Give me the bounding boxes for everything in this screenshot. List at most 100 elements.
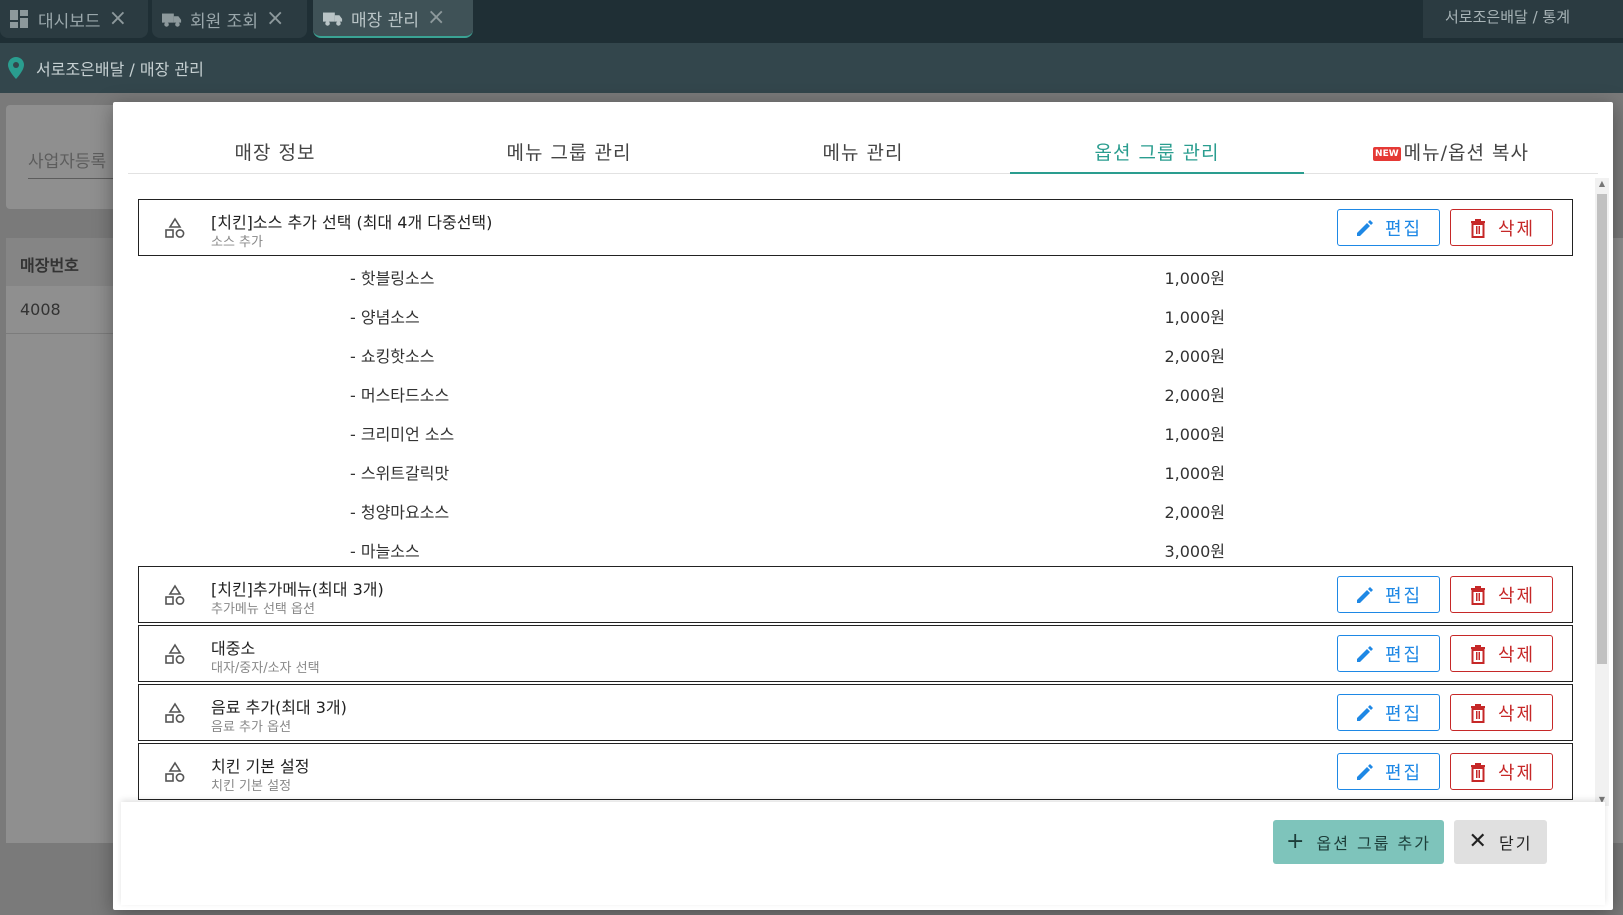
- group-subtitle: 대자/중자/소자 선택: [211, 661, 320, 676]
- option-group[interactable]: 음료 추가(최대 3개) 음료 추가 옵션 편집 삭제: [138, 684, 1573, 741]
- close-icon: ✕: [1468, 829, 1489, 854]
- add-option-group-label: 옵션 그룹 추가: [1316, 834, 1431, 853]
- tab-menu-group[interactable]: 메뉴 그룹 관리: [422, 122, 716, 173]
- plus-icon: +: [1286, 829, 1307, 854]
- pencil-icon: [1356, 219, 1373, 236]
- shapes-icon: [165, 761, 185, 782]
- option-price: 1,000원: [1164, 308, 1225, 327]
- trash-icon: [1470, 644, 1485, 664]
- pencil-icon: [1356, 586, 1373, 603]
- tab-copy-label: 메뉴/옵션 복사: [1403, 142, 1529, 164]
- delete-button[interactable]: 삭제: [1450, 694, 1553, 731]
- pencil-icon: [1356, 704, 1373, 721]
- tab-store-management[interactable]: 매장 관리 ×: [313, 0, 473, 38]
- table-header: 매장번호: [6, 238, 118, 286]
- tab-dashboard[interactable]: 대시보드 ×: [0, 0, 148, 38]
- table-cell[interactable]: 4008: [6, 286, 118, 334]
- delete-button[interactable]: 삭제: [1450, 576, 1553, 613]
- shapes-icon: [165, 584, 185, 605]
- option-price: 2,000원: [1164, 503, 1225, 522]
- tab-copy[interactable]: NEW 메뉴/옵션 복사: [1304, 122, 1598, 173]
- edit-button[interactable]: 편집: [1337, 209, 1440, 246]
- add-option-group-button[interactable]: + 옵션 그룹 추가: [1273, 820, 1444, 864]
- trash-icon: [1470, 762, 1485, 782]
- group-title: 음료 추가(최대 3개): [211, 698, 347, 717]
- edit-label: 편집: [1384, 585, 1423, 607]
- list-item: - 마늘소스 3,000원: [113, 529, 1573, 569]
- delete-button[interactable]: 삭제: [1450, 209, 1553, 246]
- option-price: 1,000원: [1164, 269, 1225, 288]
- close-label: 닫기: [1498, 834, 1533, 853]
- trash-icon: [1470, 703, 1485, 723]
- delete-label: 삭제: [1497, 762, 1536, 784]
- option-name: - 크리미언 소스: [350, 425, 455, 444]
- delete-label: 삭제: [1497, 644, 1536, 666]
- close-icon[interactable]: ×: [427, 7, 445, 29]
- option-group[interactable]: [치킨]소스 추가 선택 (최대 4개 다중선택) 소스 추가 편집 삭제: [138, 199, 1573, 256]
- breadcrumb-bar: 서로조은배달 / 매장 관리: [0, 43, 1623, 93]
- option-name: - 핫블링소스: [350, 269, 435, 288]
- pencil-icon: [1356, 763, 1373, 780]
- delete-label: 삭제: [1497, 585, 1536, 607]
- edit-button[interactable]: 편집: [1337, 694, 1440, 731]
- delete-button[interactable]: 삭제: [1450, 753, 1553, 790]
- shapes-icon: [165, 643, 185, 664]
- option-group[interactable]: 대중소 대자/중자/소자 선택 편집 삭제: [138, 625, 1573, 682]
- modal-footer: + 옵션 그룹 추가 ✕ 닫기: [121, 802, 1605, 905]
- edit-button[interactable]: 편집: [1337, 635, 1440, 672]
- option-name: - 쇼킹핫소스: [350, 347, 435, 366]
- location-pin-icon: [8, 57, 24, 79]
- list-item: - 청양마요소스 2,000원: [113, 490, 1573, 530]
- option-price: 1,000원: [1164, 464, 1225, 483]
- option-name: - 머스타드소스: [350, 386, 450, 405]
- scrollbar[interactable]: ▲ ▼: [1595, 178, 1609, 806]
- group-subtitle: 소스 추가: [211, 235, 263, 250]
- shapes-icon: [165, 702, 185, 723]
- tab-label: 대시보드: [38, 11, 101, 32]
- option-price: 2,000원: [1164, 347, 1225, 366]
- option-name: - 양념소스: [350, 308, 420, 327]
- list-item: - 쇼킹핫소스 2,000원: [113, 334, 1573, 374]
- list-item: - 크리미언 소스 1,000원: [113, 412, 1573, 452]
- edit-button[interactable]: 편집: [1337, 576, 1440, 613]
- new-badge: NEW: [1373, 147, 1401, 161]
- list-item: - 스위트갈릭맛 1,000원: [113, 451, 1573, 491]
- group-title: [치킨]추가메뉴(최대 3개): [211, 580, 384, 599]
- shapes-icon: [165, 217, 185, 238]
- option-name: - 스위트갈릭맛: [350, 464, 450, 483]
- close-icon[interactable]: ×: [266, 8, 284, 30]
- tab-store-info[interactable]: 매장 정보: [128, 122, 422, 173]
- close-icon[interactable]: ×: [109, 8, 127, 30]
- edit-label: 편집: [1384, 703, 1423, 725]
- option-price: 1,000원: [1164, 425, 1225, 444]
- option-name: - 마늘소스: [350, 542, 420, 561]
- group-title: 대중소: [211, 639, 256, 658]
- option-name: - 청양마요소스: [350, 503, 450, 522]
- trash-icon: [1470, 218, 1485, 238]
- breadcrumb: 서로조은배달 / 매장 관리: [36, 60, 204, 79]
- delete-label: 삭제: [1497, 703, 1536, 725]
- option-group-list: [치킨]소스 추가 선택 (최대 4개 다중선택) 소스 추가 편집 삭제 - …: [113, 178, 1613, 818]
- business-number-input[interactable]: 사업자등록: [28, 147, 118, 179]
- close-button[interactable]: ✕ 닫기: [1454, 820, 1547, 864]
- store-modal: 매장 정보 메뉴 그룹 관리 메뉴 관리 옵션 그룹 관리 NEW 메뉴/옵션 복…: [113, 102, 1613, 910]
- tab-member-lookup[interactable]: 회원 조회 ×: [152, 0, 307, 38]
- delete-button[interactable]: 삭제: [1450, 635, 1553, 672]
- edit-button[interactable]: 편집: [1337, 753, 1440, 790]
- option-group[interactable]: 치킨 기본 설정 치킨 기본 설정 편집 삭제: [138, 743, 1573, 800]
- scrollbar-thumb[interactable]: [1597, 194, 1607, 664]
- tab-label: 회원 조회: [190, 11, 258, 32]
- list-item: - 양념소스 1,000원: [113, 295, 1573, 335]
- group-subtitle: 음료 추가 옵션: [211, 720, 292, 735]
- group-subtitle: 추가메뉴 선택 옵션: [211, 602, 315, 617]
- trash-icon: [1470, 585, 1485, 605]
- option-price: 2,000원: [1164, 386, 1225, 405]
- option-group[interactable]: [치킨]추가메뉴(최대 3개) 추가메뉴 선택 옵션 편집 삭제: [138, 566, 1573, 623]
- tab-option-group[interactable]: 옵션 그룹 관리: [1010, 122, 1304, 174]
- edit-label: 편집: [1384, 762, 1423, 784]
- group-title: 치킨 기본 설정: [211, 757, 310, 776]
- tab-menu[interactable]: 메뉴 관리: [716, 122, 1010, 173]
- store-table: 매장번호 4008: [6, 238, 118, 843]
- group-title: [치킨]소스 추가 선택 (최대 4개 다중선택): [211, 213, 493, 232]
- scroll-up-icon[interactable]: ▲: [1595, 178, 1609, 190]
